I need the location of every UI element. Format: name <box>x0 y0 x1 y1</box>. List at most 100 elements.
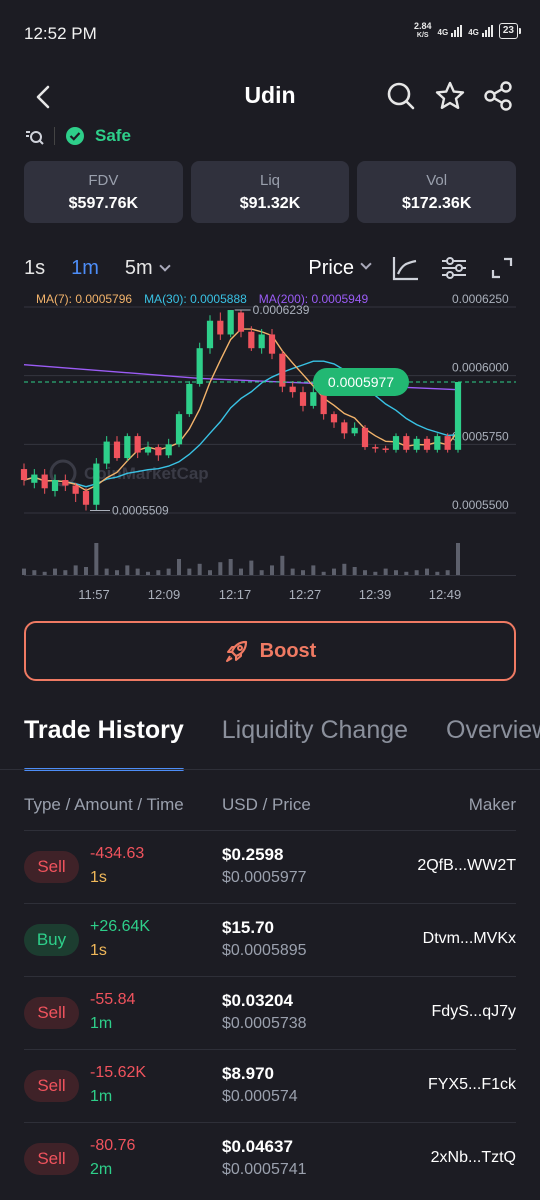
volume-bar <box>239 568 243 575</box>
indicator-settings-button[interactable] <box>440 254 468 282</box>
table-row[interactable]: Sell -15.62K 1m $8.970 $0.000574 FYX5...… <box>24 1049 516 1121</box>
trade-price: $0.0005977 <box>222 869 307 886</box>
high-price-label: 0.0006239 <box>253 303 310 317</box>
battery-icon: 23 <box>498 23 522 39</box>
line-chart-button[interactable] <box>392 254 420 282</box>
trade-time: 1s <box>90 942 107 959</box>
trade-maker[interactable]: FdyS...qJ7y <box>432 1003 516 1021</box>
fullscreen-button[interactable] <box>488 254 516 282</box>
volume-bar <box>332 568 336 575</box>
candle-body <box>155 447 162 456</box>
sim1-label: 4G <box>437 28 449 37</box>
favorite-button[interactable] <box>434 80 466 112</box>
interval-1s[interactable]: 1s <box>24 257 45 280</box>
candle-body <box>82 491 90 505</box>
volume-bar <box>456 543 460 575</box>
y-tick-label: 0.0006000 <box>452 361 509 375</box>
table-row[interactable]: Sell -55.84 1m $0.03204 $0.0005738 FdyS.… <box>24 976 516 1048</box>
trade-type-badge: Sell <box>24 1070 79 1102</box>
candle-body <box>330 414 338 423</box>
volume-bar <box>53 568 57 575</box>
trade-usd: $8.970 <box>222 1064 274 1083</box>
volume-bar <box>197 563 202 575</box>
candle-body <box>134 436 141 453</box>
tab-liquidity-change[interactable]: Liquidity Change <box>222 716 408 771</box>
table-row[interactable]: Sell -80.76 2m $0.04637 $0.0005741 2xNb.… <box>24 1122 516 1194</box>
interval-1m[interactable]: 1m <box>71 257 99 280</box>
stat-label: FDV <box>88 171 119 189</box>
interval-5m-label: 5m <box>124 256 153 279</box>
candle-body <box>423 438 431 450</box>
tab-trade-history[interactable]: Trade History <box>24 716 184 771</box>
candle-body <box>62 480 69 486</box>
candle-body <box>310 392 317 406</box>
divider <box>54 127 55 145</box>
trade-usd: $0.2598 <box>222 845 284 864</box>
tabs-divider <box>0 769 540 770</box>
volume-bar <box>94 543 99 575</box>
sim2-label: 4G <box>468 28 479 37</box>
price-mode-dropdown[interactable]: Price <box>308 256 372 280</box>
volume-bar <box>342 563 347 575</box>
trade-price: $0.0005738 <box>222 1015 307 1032</box>
trade-maker[interactable]: Dtvm...MVKx <box>423 930 516 948</box>
candle-body <box>72 485 79 494</box>
volume-bar <box>166 568 171 575</box>
volume-bar <box>321 571 326 575</box>
volume-bar <box>352 567 357 575</box>
chevron-down-icon <box>159 259 171 272</box>
candle-body <box>175 414 183 445</box>
volume-bar <box>135 568 140 575</box>
trade-type-badge: Sell <box>24 851 79 883</box>
volume-bar <box>22 568 26 575</box>
column-header-type: Type / Amount / Time <box>24 795 184 814</box>
section-tabs: Trade History Liquidity Change Overview <box>24 716 540 771</box>
trade-time: 1s <box>90 869 107 886</box>
price-mode-label: Price <box>308 256 354 279</box>
volume-bar <box>42 571 47 575</box>
volume-bar <box>404 571 409 575</box>
trade-amount: -55.84 <box>90 991 136 1008</box>
candle-body <box>206 320 214 349</box>
trade-maker[interactable]: 2xNb...TztQ <box>431 1149 516 1167</box>
trade-usd: $0.03204 <box>222 991 293 1010</box>
volume-bar <box>394 570 398 575</box>
x-tick-label: 12:39 <box>359 587 392 602</box>
share-button[interactable] <box>482 80 514 112</box>
candle-body <box>444 436 451 450</box>
trade-maker[interactable]: 2QfB...WW2T <box>417 857 516 875</box>
network-speed-unit: K/S <box>416 32 429 39</box>
y-tick-label: 0.0005500 <box>452 498 509 512</box>
candle-body <box>124 436 131 459</box>
sliders-icon <box>442 257 466 279</box>
column-header-usd: USD / Price <box>222 795 311 814</box>
volume-bar <box>84 567 88 575</box>
boost-button[interactable]: Boost <box>24 621 516 681</box>
candle-body <box>403 436 410 450</box>
table-row[interactable]: Buy +26.64K 1s $15.70 $0.0005895 Dtvm...… <box>24 903 516 975</box>
price-chart[interactable]: 0.00062500.00060000.00057500.0005500Coin… <box>0 290 540 610</box>
tab-overview[interactable]: Overview <box>446 716 540 771</box>
candle-body <box>258 334 265 349</box>
trade-amount: -434.63 <box>90 845 145 862</box>
candle-body <box>20 469 28 481</box>
candle-body <box>41 474 48 489</box>
volume-bar <box>383 568 388 575</box>
volume-bar <box>115 570 119 575</box>
volume-bar <box>218 562 223 575</box>
table-row[interactable]: Sell -434.63 1s $0.2598 $0.0005977 2QfB.… <box>24 830 516 902</box>
chevron-down-icon <box>360 258 372 270</box>
trade-maker[interactable]: FYX5...F1ck <box>428 1076 516 1094</box>
trade-usd: $15.70 <box>222 918 274 937</box>
candle-body <box>248 331 255 349</box>
search-button[interactable] <box>385 80 417 112</box>
stat-card-liq: Liq $91.32K <box>190 161 350 223</box>
volume-bar <box>73 565 78 575</box>
interval-5m-dropdown[interactable]: 5m <box>124 256 171 280</box>
line-chart-icon <box>392 257 418 281</box>
stats-row: FDV $597.76K Liq $91.32K Vol $172.36K <box>24 161 517 223</box>
trade-price: $0.0005895 <box>222 942 307 959</box>
volume-bar <box>363 570 367 575</box>
search-icon <box>387 82 415 110</box>
column-header-maker: Maker <box>468 795 516 814</box>
